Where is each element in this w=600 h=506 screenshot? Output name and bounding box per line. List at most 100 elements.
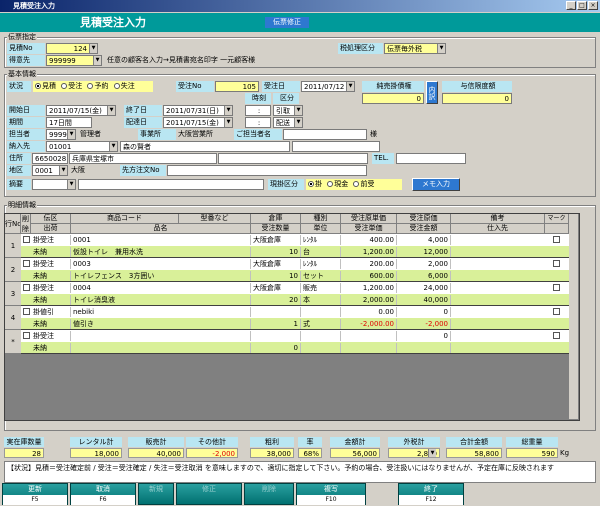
mark-checkbox[interactable] — [553, 308, 560, 315]
cell-kind[interactable]: 販売 — [301, 283, 341, 293]
chevron-down-icon[interactable]: ▼ — [294, 106, 302, 115]
cell-price-unit[interactable]: -2,000.00 — [341, 319, 397, 329]
cell-qty[interactable]: 10 — [251, 271, 301, 281]
estimate-no-input[interactable]: 124 ▼ — [46, 43, 98, 54]
memo-select[interactable]: ▼ — [32, 179, 76, 190]
cell-kubun[interactable]: 掛受注 — [31, 331, 71, 341]
fkey-button-0[interactable]: 更新 F5 — [2, 483, 68, 505]
chevron-down-icon[interactable]: ▼ — [109, 142, 117, 151]
chevron-down-icon[interactable]: ▼ — [89, 44, 97, 53]
fkey-button-2[interactable]: 新規 — [138, 483, 174, 505]
cell-unit[interactable]: セット — [301, 271, 341, 281]
status-radio-lost[interactable]: 失注 — [113, 82, 135, 90]
cell-qty[interactable]: 20 — [251, 295, 301, 305]
staff-code-input[interactable]: 9999 ▼ — [46, 129, 76, 140]
status-radio-order[interactable]: 受注 — [61, 82, 82, 90]
cell-cost[interactable]: 2,000 — [397, 259, 451, 269]
mark-checkbox[interactable] — [553, 332, 560, 339]
cell-qty[interactable]: 0 — [251, 343, 301, 353]
cell-name[interactable]: トイレフェンス 3方囲い — [71, 271, 251, 281]
cell-name[interactable]: トイレ消臭液 — [71, 295, 251, 305]
chevron-down-icon[interactable]: ▼ — [67, 180, 75, 189]
fkey-button-5[interactable]: 複写 F10 — [296, 483, 366, 505]
cell-unit[interactable] — [301, 343, 341, 353]
cell-unit[interactable]: 式 — [301, 319, 341, 329]
fkey-button-1[interactable]: 取消 F6 — [70, 483, 136, 505]
cell-unit[interactable]: 台 — [301, 247, 341, 257]
status-radio-reserve[interactable]: 予約 — [87, 82, 108, 90]
cell-amount[interactable]: 6,000 — [397, 271, 451, 281]
ship-to-name-input[interactable]: 森の賢者 — [120, 141, 290, 152]
cell-cost-unit[interactable]: 200.00 — [341, 259, 397, 269]
cell-kind[interactable] — [301, 331, 341, 341]
memo-input[interactable] — [78, 179, 264, 190]
status-radio-estimate[interactable]: 見積 — [35, 82, 56, 90]
cell-ship[interactable]: 未納 — [31, 271, 71, 281]
pay-radio-advance[interactable]: 前受 — [353, 180, 374, 188]
chevron-down-icon[interactable]: ▼ — [437, 44, 445, 53]
cell-amount[interactable]: -2,000 — [397, 319, 451, 329]
tax-select[interactable]: 伝票毎外税 ▼ — [384, 43, 446, 54]
cell-warehouse[interactable] — [251, 307, 301, 317]
pay-radio-cash[interactable]: 現金 — [327, 180, 348, 188]
close-button[interactable]: × — [588, 1, 598, 10]
address2-input[interactable] — [218, 153, 368, 164]
pay-radio-credit[interactable]: 掛 — [308, 180, 322, 188]
end-div-select[interactable]: 引取 ▼ — [273, 105, 303, 116]
cell-qty[interactable]: 1 — [251, 319, 301, 329]
cell-qty[interactable]: 10 — [251, 247, 301, 257]
delete-checkbox[interactable] — [23, 284, 30, 291]
chevron-down-icon[interactable]: ▼ — [93, 56, 101, 65]
fkey-button-3[interactable]: 修正 — [176, 483, 242, 505]
contact-input[interactable] — [283, 129, 367, 140]
start-date-input[interactable]: 2011/07/15(金) ▼ — [46, 105, 116, 116]
chevron-down-icon[interactable]: ▼ — [67, 130, 75, 139]
delivery-time-input[interactable]: : — [245, 117, 271, 128]
address-input[interactable]: 兵庫県宝塚市 — [69, 153, 217, 164]
cell-price-unit[interactable]: 600.00 — [341, 271, 397, 281]
po-input[interactable] — [167, 165, 367, 176]
cell-unit[interactable]: 本 — [301, 295, 341, 305]
cell-code[interactable]: 0004 — [71, 283, 251, 293]
cell-cost-unit[interactable]: 400.00 — [341, 235, 397, 245]
cell-name[interactable] — [71, 343, 251, 353]
delete-checkbox[interactable] — [23, 236, 30, 243]
cell-kind[interactable]: ﾚﾝﾀﾙ — [301, 235, 341, 245]
memo-input-button[interactable]: メモ入力 — [412, 178, 460, 191]
cell-warehouse[interactable]: 大阪倉庫 — [251, 283, 301, 293]
cell-kubun[interactable]: 掛受注 — [31, 235, 71, 245]
cell-price-unit[interactable]: 1,200.00 — [341, 247, 397, 257]
cell-code[interactable]: nebiki — [71, 307, 251, 317]
chevron-down-icon[interactable]: ▼ — [59, 166, 67, 175]
end-time-input[interactable]: : — [245, 105, 271, 116]
mark-checkbox[interactable] — [553, 284, 560, 291]
cell-ship[interactable]: 未納 — [31, 319, 71, 329]
minimize-button[interactable]: _ — [566, 1, 576, 10]
chevron-down-icon[interactable]: ▼ — [224, 106, 232, 115]
detail-grid[interactable]: 行No 削除 伝区 商品コード 型番など 倉庫 種別 受注原単価 受注原価 備考… — [4, 213, 580, 421]
cell-code[interactable] — [71, 331, 251, 341]
cell-name[interactable]: 値引き — [71, 319, 251, 329]
order-date-input[interactable]: 2011/07/12 ▼ — [301, 81, 355, 92]
cell-price-unit[interactable] — [341, 343, 397, 353]
fkey-button-6[interactable]: 終了 F12 — [398, 483, 464, 505]
cell-name[interactable]: 仮設トイレ 兼用水洗 — [71, 247, 251, 257]
cell-warehouse[interactable] — [251, 331, 301, 341]
cell-cost[interactable]: 0 — [397, 331, 451, 341]
chevron-down-icon[interactable]: ▼ — [294, 118, 302, 127]
cell-cost-unit[interactable]: 0.00 — [341, 307, 397, 317]
cell-cost[interactable]: 0 — [397, 307, 451, 317]
chevron-down-icon[interactable]: ▼ — [224, 118, 232, 127]
ship-to-extra-input[interactable] — [292, 141, 380, 152]
ship-to-code-input[interactable]: 01001 ▼ — [46, 141, 118, 152]
delete-checkbox[interactable] — [23, 332, 30, 339]
cell-ship[interactable]: 未納 — [31, 247, 71, 257]
cell-cost[interactable]: 24,000 — [397, 283, 451, 293]
credit-detail-button[interactable]: 内訳 — [426, 81, 438, 104]
cell-ship[interactable]: 未納 — [31, 295, 71, 305]
delivery-date-input[interactable]: 2011/07/15(金) ▼ — [163, 117, 233, 128]
chevron-down-icon[interactable]: ▼ — [346, 82, 354, 91]
delete-checkbox[interactable] — [23, 260, 30, 267]
cell-amount[interactable]: 12,000 — [397, 247, 451, 257]
end-date-input[interactable]: 2011/07/31(日) ▼ — [163, 105, 233, 116]
